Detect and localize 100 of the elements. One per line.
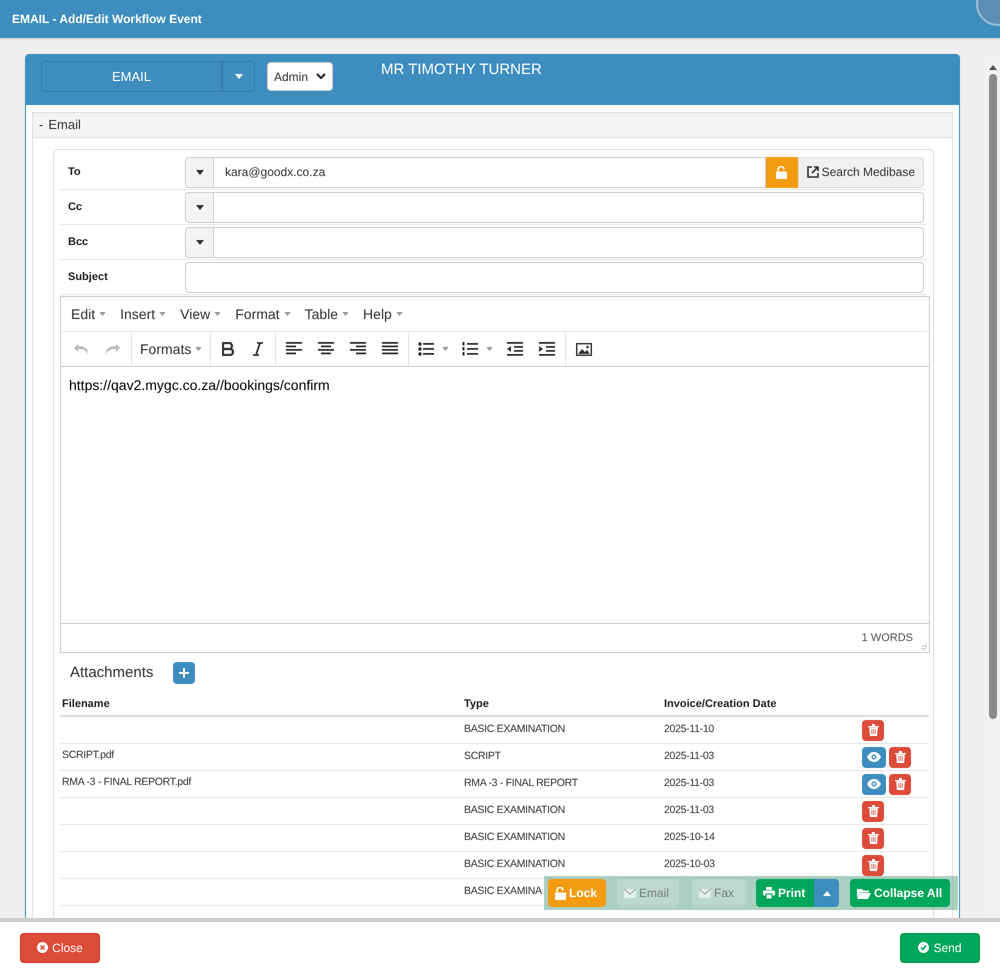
caret-icon [396,312,403,316]
align-icon [318,342,334,356]
caret-icon [486,347,493,351]
chevron-down-icon [316,73,326,80]
caret-icon [196,240,204,244]
image-icon [576,342,592,356]
bold-icon [222,342,234,356]
caret-icon [196,170,204,174]
menu-item[interactable]: Format [228,304,298,324]
eye-icon [867,752,881,762]
lock-button[interactable] [766,156,798,188]
indent-icon [539,342,556,356]
align-icon [286,342,302,356]
eye-icon [867,779,881,789]
view-button[interactable] [862,746,886,768]
external-link-icon [806,166,819,178]
caret-icon [195,347,202,351]
table-cell: 2025-11-03 [664,750,714,762]
dropdown-button[interactable] [185,156,214,188]
word-count: 1 WORDS [862,630,913,646]
caret-up-icon [822,890,830,896]
table-cell: SCRIPT [464,750,501,762]
dropdown-button[interactable] [185,192,214,222]
plus-icon [179,668,190,678]
table-cell: 2025-11-03 [664,777,714,790]
add-attachment-button[interactable] [173,662,196,684]
numbered-list-icon [462,342,478,356]
trash-icon [894,778,906,790]
column-header: Type [463,696,490,712]
table-cell: 2025-10-14 [664,831,715,844]
column-header: Invoice/Creation Date [663,696,778,712]
align-icon [382,342,398,356]
folder-icon [857,888,871,898]
table-cell: 2025-11-10 [664,723,714,736]
field-label: To [67,164,82,180]
address-field[interactable] [214,192,924,222]
subject-field[interactable] [185,262,924,292]
trash-icon [868,832,878,844]
dropdown-button[interactable] [814,879,839,907]
scroll-up-arrow-icon[interactable] [989,65,997,70]
table-cell: 2025-11-03 [664,804,714,816]
close-button[interactable]: Close [20,932,100,962]
close-icon [37,942,48,953]
patient-name: MR TIMOTHY TURNER [381,61,542,79]
table-cell: BASIC EXAMINATION [464,804,565,816]
trash-icon [868,724,878,736]
menu-item[interactable]: Table [298,304,356,324]
caret-icon [159,312,166,316]
delete-button[interactable] [889,774,911,794]
envelope-icon [699,888,711,898]
event-type-button[interactable]: EMAIL [41,61,222,92]
envelope-icon [624,888,636,898]
printer-icon [763,887,775,899]
table-cell: 2025-10-03 [664,858,715,870]
field-label: Bcc [67,234,90,250]
editor-body[interactable]: https://qav2.mygc.co.za//bookings/confirm [61,367,929,623]
formats-menu[interactable]: Formats [134,338,208,360]
user-select[interactable]: Admin [267,62,333,91]
field-label: Cc [67,200,84,215]
window-title: EMAIL - Add/Edit Workflow Event [12,11,202,28]
unlock-icon [555,886,566,900]
table-cell: SCRIPT.pdf [62,749,114,761]
undo-icon [73,342,89,356]
caret-icon [442,347,449,351]
delete-button[interactable] [889,746,911,768]
check-circle-icon [918,942,930,953]
attachments-title: Attachments [70,662,154,683]
redo-icon [105,342,121,356]
delete-button[interactable] [862,800,884,822]
table-cell: BASIC EXAMINA [464,885,542,898]
table-cell: RMA -3 - FINAL REPORT [464,777,578,790]
align-icon [350,342,366,356]
collapse-toggle[interactable]: - [39,115,44,135]
caret-icon [196,204,204,210]
bullet-list-icon [418,342,434,356]
menu-item[interactable]: View [173,304,228,324]
unlock-icon [776,166,788,178]
dropdown-button[interactable] [185,226,214,258]
search-medibase-button[interactable]: Search Medibase [798,156,924,188]
delete-button[interactable] [862,854,884,876]
section-header[interactable]: - Email [33,113,952,138]
menu-item[interactable]: Help [356,304,410,324]
resize-handle-icon[interactable] [919,642,927,650]
delete-button[interactable] [862,828,884,848]
table-cell: BASIC EXAMINATION [464,831,565,844]
delete-button[interactable] [862,720,884,740]
trash-icon [868,805,878,817]
view-button[interactable] [862,774,886,794]
table-cell: BASIC EXAMINATION [464,858,565,870]
caret-icon [214,312,222,316]
caret-icon [284,312,291,316]
column-header: Filename [61,696,111,712]
address-field[interactable]: kara@goodx.co.za [214,156,766,188]
trash-icon [868,859,878,871]
field-label: Subject [67,270,109,285]
address-field[interactable] [214,226,924,258]
menu-item[interactable]: Edit [64,304,114,324]
italic-icon [252,342,264,356]
menu-item[interactable]: Insert [113,304,174,324]
body-text: https://qav2.mygc.co.za//bookings/confirm [69,376,331,395]
